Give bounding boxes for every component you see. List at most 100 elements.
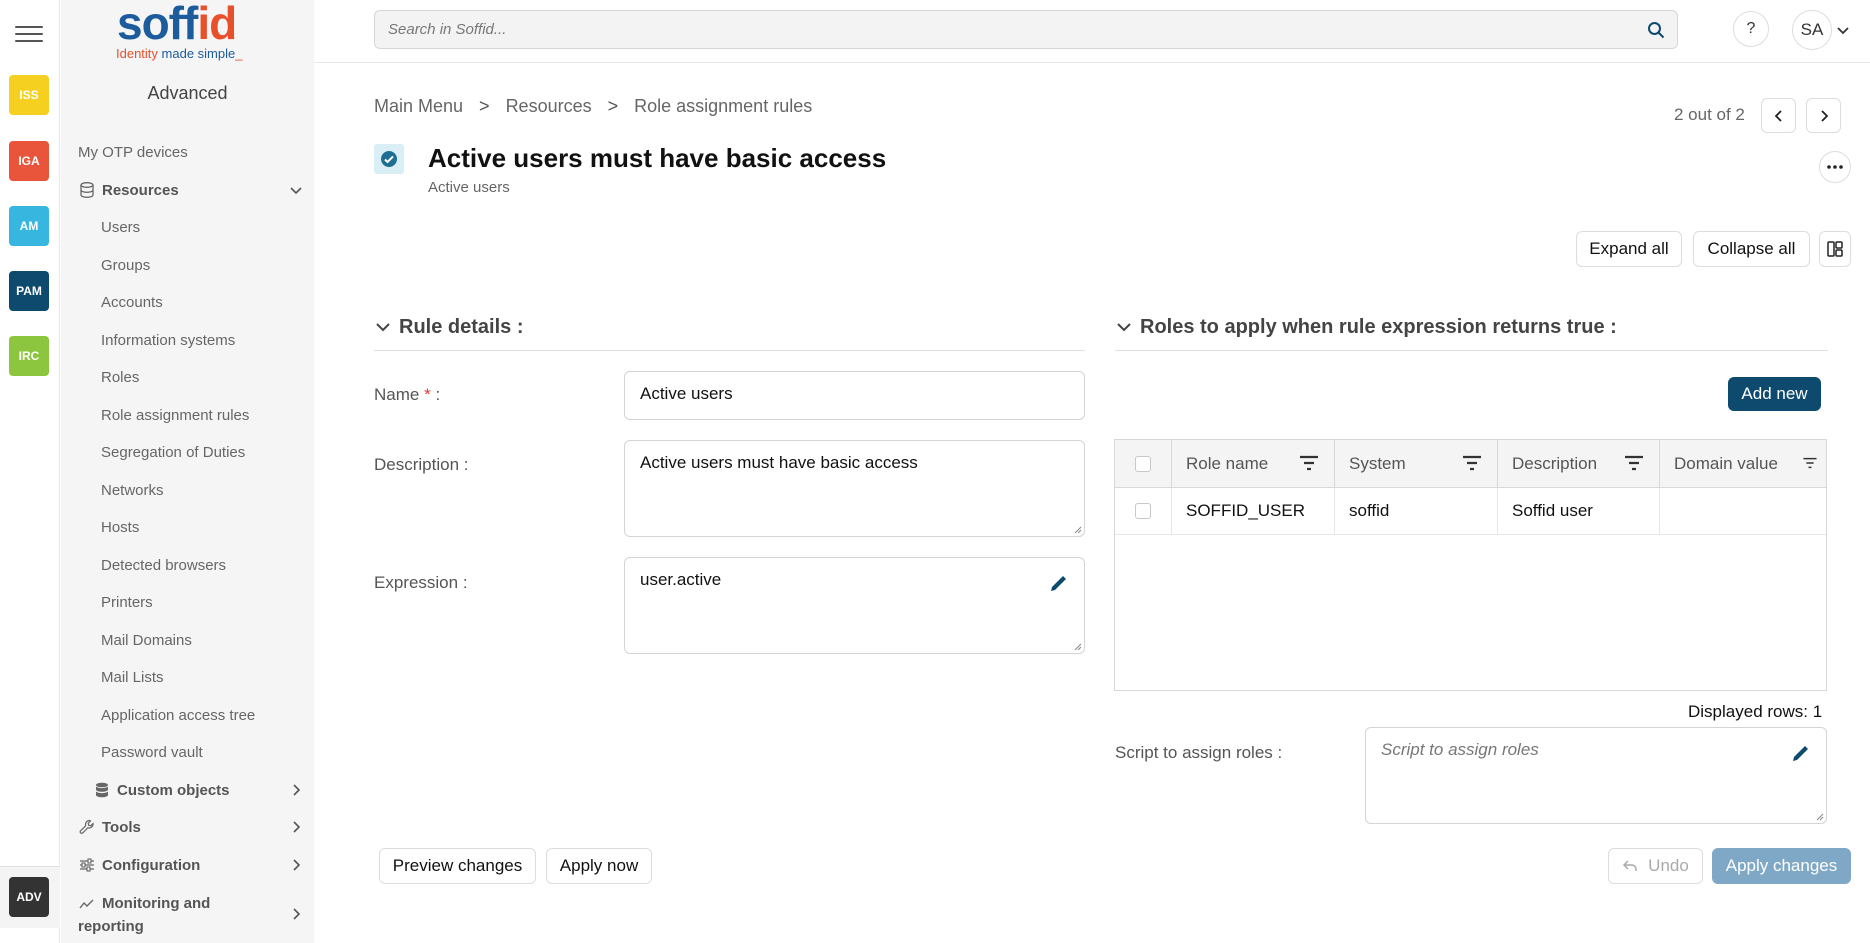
description-label: Description : <box>374 455 469 474</box>
breadcrumb-main-menu[interactable]: Main Menu <box>374 96 463 117</box>
filter-icon[interactable] <box>1461 454 1483 472</box>
sidebar-item-information-systems[interactable]: Information systems <box>61 324 314 356</box>
row-checkbox[interactable] <box>1135 503 1151 519</box>
rail-chip-iga[interactable]: IGA <box>9 141 49 181</box>
column-role-name[interactable]: Role name <box>1172 440 1335 488</box>
column-description[interactable]: Description <box>1498 440 1660 488</box>
sidebar-group-custom-objects[interactable]: Custom objects <box>61 774 314 806</box>
roles-section-header[interactable]: Roles to apply when rule expression retu… <box>1115 312 1617 342</box>
sidebar-item-networks[interactable]: Networks <box>61 474 314 506</box>
apply-now-button[interactable]: Apply now <box>546 848 652 884</box>
rail-chip-adv[interactable]: ADV <box>9 877 49 917</box>
sidebar-item-users[interactable]: Users <box>61 211 314 243</box>
hamburger-menu-icon[interactable] <box>15 20 43 48</box>
filter-icon[interactable] <box>1298 454 1320 472</box>
global-search <box>374 10 1678 49</box>
sidebar-item-label: Configuration <box>102 856 201 874</box>
app-rail: ISS IGA AM PAM IRC ADV <box>0 0 60 943</box>
more-actions-button[interactable] <box>1819 151 1851 183</box>
sidebar-item-application-access-tree[interactable]: Application access tree <box>61 699 314 731</box>
sidebar-item-label: Monitoring and reporting <box>78 895 211 935</box>
database-filled-icon <box>93 781 111 799</box>
sidebar-item-label: Accounts <box>101 293 163 311</box>
help-button[interactable]: ? <box>1733 11 1769 47</box>
column-system[interactable]: System <box>1335 440 1498 488</box>
rule-details-header[interactable]: Rule details : <box>374 312 523 342</box>
sidebar-item-password-vault[interactable]: Password vault <box>61 736 314 768</box>
sidebar-item-segregation-of-duties[interactable]: Segregation of Duties <box>61 436 314 468</box>
row-divider <box>1115 534 1826 535</box>
sidebar-item-hosts[interactable]: Hosts <box>61 511 314 543</box>
rail-active-section: ADV <box>0 866 60 928</box>
script-field[interactable]: Script to assign roles <box>1365 727 1827 824</box>
resize-handle-icon[interactable] <box>1814 811 1824 821</box>
user-avatar[interactable]: SA <box>1792 10 1832 50</box>
add-new-role-button[interactable]: Add new <box>1728 377 1821 411</box>
sidebar-group-resources[interactable]: Resources <box>61 174 314 206</box>
sidebar-item-label: Mail Domains <box>101 631 192 649</box>
expression-field[interactable]: user.active <box>624 557 1085 654</box>
search-icon[interactable] <box>1647 21 1665 39</box>
chevron-down-icon[interactable] <box>1835 22 1851 38</box>
rail-chip-pam[interactable]: PAM <box>9 271 49 311</box>
section-divider <box>1115 350 1828 351</box>
chevron-right-icon <box>1820 109 1828 122</box>
preview-changes-button[interactable]: Preview changes <box>379 848 536 884</box>
sidebar-item-roles[interactable]: Roles <box>61 361 314 393</box>
filter-icon[interactable] <box>1623 454 1645 472</box>
filter-icon[interactable] <box>1802 454 1818 472</box>
sidebar-item-accounts[interactable]: Accounts <box>61 286 314 318</box>
pager-position: 2 out of 2 <box>1674 105 1745 124</box>
search-input[interactable] <box>388 21 1618 38</box>
sidebar-group-monitoring[interactable]: Monitoring and reporting <box>61 890 314 938</box>
sidebar-group-tools[interactable]: Tools <box>61 811 314 843</box>
breadcrumb-separator: > <box>479 96 490 116</box>
name-field[interactable]: Active users <box>624 371 1085 420</box>
cell-system: soffid <box>1335 488 1498 534</box>
sidebar-item-label: Information systems <box>101 331 236 349</box>
pencil-icon[interactable] <box>1048 572 1070 594</box>
layout-icon <box>1827 241 1843 257</box>
chevron-down-icon <box>376 323 390 332</box>
section-title: Rule details : <box>399 315 524 338</box>
previous-record-button[interactable] <box>1761 98 1796 133</box>
sidebar-item-mail-domains[interactable]: Mail Domains <box>61 624 314 656</box>
next-record-button[interactable] <box>1806 98 1841 133</box>
chevron-right-icon <box>293 859 301 871</box>
check-badge-icon <box>381 151 397 167</box>
soffid-logo[interactable]: soffid Identity made simple_ <box>116 0 257 62</box>
resize-handle-icon[interactable] <box>1072 524 1082 534</box>
cell-description: Soffid user <box>1498 488 1660 534</box>
chevron-right-icon <box>293 784 301 796</box>
sidebar-item-role-assignment-rules[interactable]: Role assignment rules <box>61 399 314 431</box>
column-domain-value[interactable]: Domain value <box>1660 440 1826 488</box>
table-header: Role name System Description Domain valu… <box>1115 440 1826 488</box>
rail-chip-irc[interactable]: IRC <box>9 336 49 376</box>
sidebar-item-mail-lists[interactable]: Mail Lists <box>61 661 314 693</box>
sidebar-item-printers[interactable]: Printers <box>61 586 314 618</box>
sidebar-item-label: Networks <box>101 481 164 499</box>
expand-all-button[interactable]: Expand all <box>1576 231 1682 267</box>
sidebar-item-groups[interactable]: Groups <box>61 249 314 281</box>
sidebar-item-label: Detected browsers <box>101 556 227 574</box>
undo-button[interactable]: Undo <box>1608 848 1703 884</box>
rail-chip-iss[interactable]: ISS <box>9 75 49 115</box>
sidebar-item-detected-browsers[interactable]: Detected browsers <box>61 549 314 581</box>
sidebar-item-label: Role assignment rules <box>101 406 250 424</box>
breadcrumb-resources[interactable]: Resources <box>506 96 592 117</box>
rail-chip-am[interactable]: AM <box>9 206 49 246</box>
sidebar-item-otp-devices[interactable]: My OTP devices <box>61 136 314 168</box>
header-divider <box>314 62 1870 63</box>
section-title: Roles to apply when rule expression retu… <box>1140 315 1617 338</box>
sidebar-group-configuration[interactable]: Configuration <box>61 849 314 881</box>
sliders-icon <box>78 856 96 874</box>
page-title: Active users must have basic access <box>428 143 887 173</box>
layout-toggle-button[interactable] <box>1819 231 1851 267</box>
resize-handle-icon[interactable] <box>1072 641 1082 651</box>
roles-table: Role name System Description Domain valu… <box>1114 439 1827 691</box>
pencil-icon[interactable] <box>1790 742 1812 764</box>
collapse-all-button[interactable]: Collapse all <box>1693 231 1810 267</box>
select-all-checkbox[interactable] <box>1135 456 1151 472</box>
description-field[interactable]: Active users must have basic access <box>624 440 1085 537</box>
apply-changes-button[interactable]: Apply changes <box>1712 848 1851 884</box>
